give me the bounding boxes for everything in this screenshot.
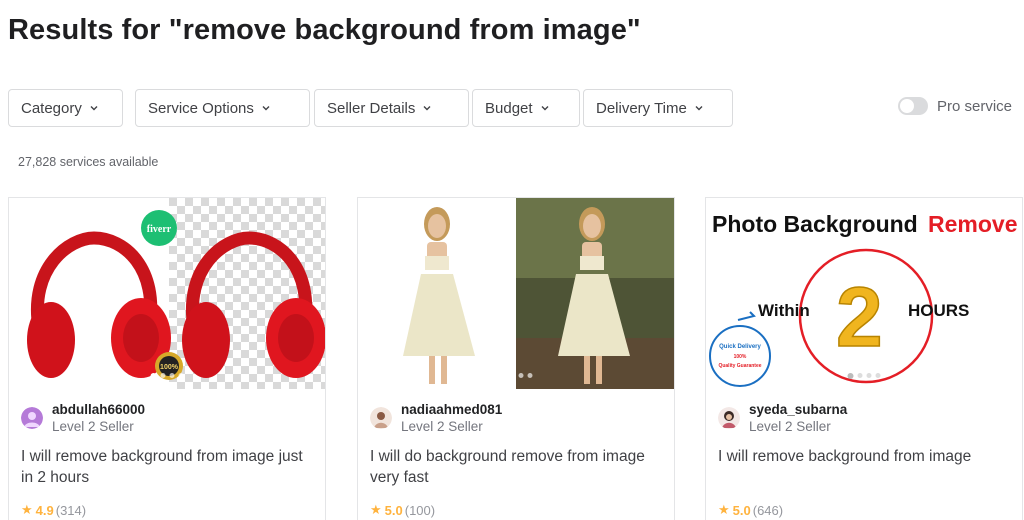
filter-service-options[interactable]: Service Options — [135, 89, 310, 127]
seller-info[interactable]: nadiaahmed081 Level 2 Seller — [370, 401, 502, 435]
star-icon: ★ — [21, 502, 33, 517]
gig-title[interactable]: I will do background remove from image v… — [370, 446, 665, 488]
gig-card[interactable]: Photo Background Remove 2 Within HOURS Q… — [705, 197, 1023, 520]
gig-title[interactable]: I will remove background from image just… — [21, 446, 316, 488]
chevron-down-icon — [541, 104, 549, 112]
filter-delivery-time[interactable]: Delivery Time — [583, 89, 733, 127]
fiverr-badge: fiverr — [147, 224, 172, 235]
seller-info[interactable]: syeda_subarna Level 2 Seller — [718, 401, 847, 435]
thumbnail-within: Within — [758, 301, 810, 320]
filter-label: Delivery Time — [596, 99, 687, 117]
gig-thumbnail[interactable] — [358, 198, 674, 389]
pro-service-label: Pro service — [937, 97, 1013, 115]
rating-value: 5.0 — [732, 502, 751, 518]
badge-line: 100% — [734, 354, 747, 360]
filter-label: Service Options — [148, 99, 254, 117]
rating-value: 5.0 — [384, 502, 403, 518]
thumbnail-headline: Photo Background — [712, 211, 918, 237]
thumbnail-headline-accent: Remove — [928, 211, 1017, 237]
chevron-down-icon — [90, 104, 98, 112]
filter-seller-details[interactable]: Seller Details — [314, 89, 469, 127]
gig-card[interactable]: fiverr 100% abdullah66000 Level 2 Seller… — [8, 197, 326, 520]
review-count: (100) — [404, 502, 436, 518]
seller-info[interactable]: abdullah66000 Level 2 Seller — [21, 401, 145, 435]
seller-level: Level 2 Seller — [401, 419, 483, 434]
thumbnail-number: 2 — [836, 270, 883, 364]
gig-thumbnail[interactable]: Photo Background Remove 2 Within HOURS Q… — [706, 198, 1022, 389]
avatar[interactable] — [21, 407, 43, 429]
star-icon: ★ — [370, 502, 382, 517]
star-icon: ★ — [718, 502, 730, 517]
filter-budget[interactable]: Budget — [472, 89, 580, 127]
results-count: 27,828 services available — [18, 155, 159, 169]
seller-name[interactable]: nadiaahmed081 — [401, 401, 502, 418]
chevron-down-icon — [695, 104, 703, 112]
review-count: (646) — [752, 502, 784, 518]
gig-card[interactable]: nadiaahmed081 Level 2 Seller I will do b… — [357, 197, 675, 520]
badge-line: Quality Guarantee — [718, 363, 761, 369]
seller-name[interactable]: abdullah66000 — [52, 401, 145, 418]
chevron-down-icon — [262, 104, 270, 112]
seller-name[interactable]: syeda_subarna — [749, 401, 847, 418]
rating: ★ 5.0 (100) — [370, 502, 435, 518]
filter-label: Category — [21, 99, 82, 117]
filter-label: Budget — [485, 99, 533, 117]
filter-category[interactable]: Category — [8, 89, 123, 127]
carousel-dots[interactable] — [499, 373, 533, 379]
review-count: (314) — [55, 502, 87, 518]
pro-service-toggle[interactable]: Pro service — [898, 97, 1012, 115]
carousel-dots[interactable] — [847, 373, 881, 379]
gig-thumbnail[interactable]: fiverr 100% — [9, 198, 325, 389]
thumbnail-hours: HOURS — [908, 301, 969, 320]
carousel-dots[interactable] — [150, 373, 184, 379]
guarantee-seal: 100% — [160, 364, 179, 371]
rating-value: 4.9 — [35, 502, 54, 518]
rating: ★ 5.0 (646) — [718, 502, 783, 518]
chevron-down-icon — [423, 104, 431, 112]
badge-line: Quick Delivery — [719, 344, 761, 350]
page-title: Results for "remove background from imag… — [8, 14, 641, 46]
toggle-switch[interactable] — [898, 97, 928, 115]
filter-label: Seller Details — [327, 99, 416, 117]
gig-title[interactable]: I will remove background from image — [718, 446, 1013, 467]
seller-level: Level 2 Seller — [52, 419, 134, 434]
avatar[interactable] — [718, 407, 740, 429]
rating: ★ 4.9 (314) — [21, 502, 86, 518]
avatar[interactable] — [370, 407, 392, 429]
seller-level: Level 2 Seller — [749, 419, 831, 434]
